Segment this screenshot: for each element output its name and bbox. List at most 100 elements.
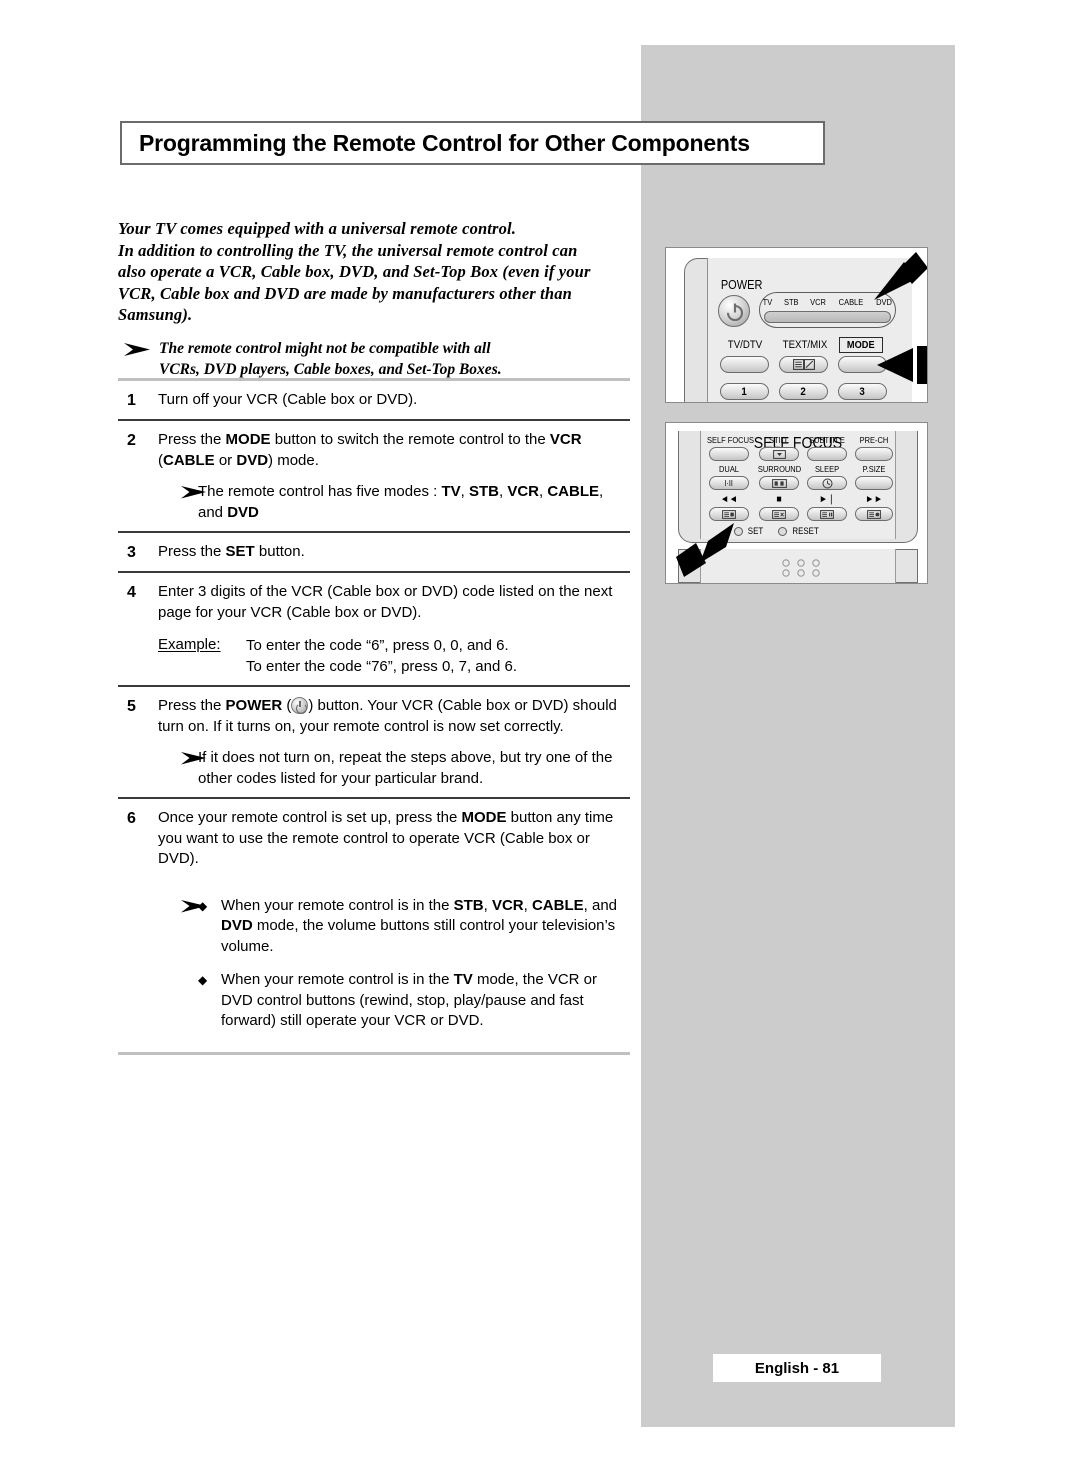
power-label: POWER bbox=[720, 278, 763, 292]
callout-arrow-diagonal bbox=[874, 252, 927, 300]
mode-indicator-bar bbox=[764, 311, 891, 323]
intro-block: Your TV comes equipped with a universal … bbox=[118, 218, 630, 380]
arrowhead-icon bbox=[158, 748, 206, 789]
diamond-bullet-icon: ◆ bbox=[198, 973, 208, 987]
surround-button[interactable] bbox=[759, 476, 799, 490]
step-text: Once your remote control is set up, pres… bbox=[158, 809, 614, 867]
example-block: Example: To enter the code “6”, press 0,… bbox=[158, 636, 630, 677]
intro-note-line: The remote control might not be compatib… bbox=[159, 339, 491, 357]
text-mix-button[interactable] bbox=[779, 356, 828, 373]
mode-label-tv: TV bbox=[762, 297, 773, 307]
steps-list: 1 Turn off your VCR (Cable box or DVD). … bbox=[118, 378, 630, 1055]
teletext-icon bbox=[722, 509, 736, 519]
intro-note: The remote control might not be compatib… bbox=[118, 338, 630, 380]
tv-dtv-button[interactable] bbox=[720, 356, 769, 373]
reset-button[interactable] bbox=[778, 527, 787, 536]
footer-page-badge: English - 81 bbox=[713, 1354, 881, 1382]
callout-arrow-horizontal bbox=[877, 346, 927, 384]
step-item: 5 Press the POWER () button. Your VCR (C… bbox=[118, 687, 630, 797]
remote-illustration-bottom: SELF FOCUS SELF FOCUS STILL SUBTITLE PRE… bbox=[665, 422, 928, 584]
step-note: If it does not turn on, repeat the steps… bbox=[158, 748, 630, 789]
p-size-button[interactable] bbox=[855, 476, 893, 490]
step-note: ◆ When your remote control is in the STB… bbox=[158, 896, 630, 1032]
surround-label: SURROUND bbox=[757, 464, 802, 474]
step-item: 2 Press the MODE button to switch the re… bbox=[118, 421, 630, 531]
arrowhead-icon bbox=[158, 896, 206, 1032]
dual-label: DUAL bbox=[719, 464, 739, 474]
number-button-2[interactable]: 2 bbox=[779, 383, 828, 400]
step-number: 4 bbox=[127, 584, 136, 601]
play-pause-button[interactable] bbox=[807, 507, 847, 521]
step-note-text: The remote control has five modes : TV, … bbox=[198, 483, 604, 521]
callout-arrow-set bbox=[676, 523, 734, 577]
surround-icon bbox=[771, 478, 787, 488]
still-label: STILL bbox=[769, 435, 789, 445]
sleep-label: SLEEP bbox=[814, 464, 840, 474]
still-button[interactable] bbox=[759, 447, 799, 461]
power-button[interactable] bbox=[718, 295, 750, 327]
step-number: 2 bbox=[127, 432, 136, 449]
self-focus-button[interactable] bbox=[709, 447, 749, 461]
text-mix-icon bbox=[792, 359, 815, 370]
text-mix-label: TEXT/MIX bbox=[782, 339, 828, 351]
pre-ch-label: PRE-CH bbox=[859, 435, 889, 445]
example-label: Example: bbox=[158, 636, 221, 653]
step-item: 4 Enter 3 digits of the VCR (Cable box o… bbox=[118, 573, 630, 685]
reset-label: RESET bbox=[792, 526, 819, 536]
arrowhead-icon bbox=[158, 482, 206, 523]
intro-line: Your TV comes equipped with a universal … bbox=[118, 219, 517, 238]
still-icon bbox=[772, 449, 786, 459]
teletext-icon bbox=[867, 509, 881, 519]
mode-label-vcr: VCR bbox=[810, 297, 827, 307]
intro-line: Samsung). bbox=[118, 305, 193, 324]
sleep-button[interactable] bbox=[807, 476, 847, 490]
power-button-icon bbox=[291, 697, 309, 714]
step-text: Press the MODE button to switch the remo… bbox=[158, 431, 582, 469]
bullet-text: When your remote control is in the TV mo… bbox=[221, 971, 597, 1029]
intro-line: also operate a VCR, Cable box, DVD, and … bbox=[118, 262, 591, 281]
page-title: Programming the Remote Control for Other… bbox=[139, 129, 750, 156]
play-pause-symbol: ►❘ bbox=[818, 494, 836, 505]
bullet-item: ◆ When your remote control is in the STB… bbox=[198, 896, 630, 958]
self-focus-label-pos: SELF FOCUS bbox=[707, 435, 754, 445]
step-number: 3 bbox=[127, 544, 136, 561]
step-note-text: If it does not turn on, repeat the steps… bbox=[198, 749, 613, 787]
teletext-icon bbox=[820, 509, 834, 519]
dual-button[interactable]: I·II bbox=[709, 476, 749, 490]
page-title-bar: Programming the Remote Control for Other… bbox=[120, 121, 825, 165]
example-line: To enter the code “6”, press 0, 0, and 6… bbox=[246, 637, 509, 654]
stop-button[interactable] bbox=[759, 507, 799, 521]
pre-ch-button[interactable] bbox=[855, 447, 893, 461]
stop-symbol: ■ bbox=[776, 494, 782, 505]
step-note: The remote control has five modes : TV, … bbox=[158, 482, 630, 523]
battery-cover-dots bbox=[782, 559, 820, 577]
arrowhead-icon bbox=[123, 338, 159, 380]
intro-line: In addition to controlling the TV, the u… bbox=[118, 240, 578, 260]
step-item: 6 Once your remote control is set up, pr… bbox=[118, 799, 630, 1040]
subtitle-label: SUBTITLE bbox=[809, 435, 845, 445]
dual-glyph: I·II bbox=[724, 478, 734, 488]
divider bbox=[118, 1051, 630, 1055]
step-number: 6 bbox=[127, 810, 136, 827]
number-label: 1 bbox=[741, 385, 748, 398]
number-label: 2 bbox=[800, 385, 807, 398]
mode-label-stb: STB bbox=[783, 297, 799, 307]
tv-dtv-label: TV/DTV bbox=[727, 339, 763, 351]
step-text: Press the POWER () button. Your VCR (Cab… bbox=[158, 697, 617, 735]
number-label: 3 bbox=[859, 385, 866, 398]
fast-forward-button[interactable] bbox=[855, 507, 893, 521]
step-number: 5 bbox=[127, 698, 136, 715]
intro-note-line: VCRs, DVD players, Cable boxes, and Set-… bbox=[159, 360, 502, 378]
rewind-symbol: ◄◄ bbox=[720, 494, 738, 505]
bullet-item: ◆ When your remote control is in the TV … bbox=[198, 970, 630, 1032]
remote-illustration-top: POWER TV STB VCR CABLE DVD TV/DTV TEXT/M… bbox=[665, 247, 928, 403]
subtitle-button[interactable] bbox=[807, 447, 847, 461]
number-button-1[interactable]: 1 bbox=[720, 383, 769, 400]
set-label: SET bbox=[747, 526, 764, 536]
bullet-text: When your remote control is in the STB, … bbox=[221, 896, 618, 955]
fast-forward-symbol: ►► bbox=[865, 494, 883, 505]
footer-page-label: English - 81 bbox=[754, 1359, 840, 1377]
teletext-icon bbox=[772, 509, 786, 519]
step-item: 3 Press the SET button. bbox=[118, 533, 630, 571]
step-text: Enter 3 digits of the VCR (Cable box or … bbox=[158, 583, 613, 621]
